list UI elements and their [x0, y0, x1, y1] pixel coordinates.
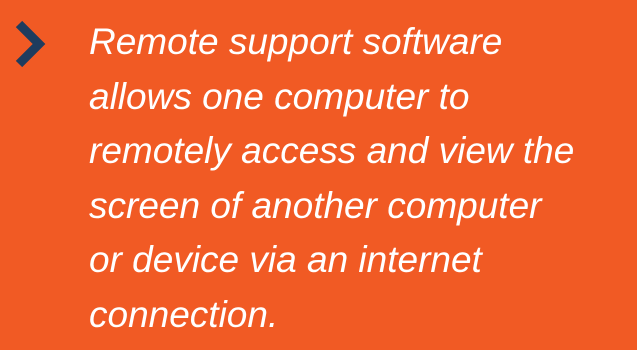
- callout-text: Remote support software allows one compu…: [89, 15, 634, 342]
- callout-text-line: or device via an internet: [89, 239, 482, 280]
- chevron-right-icon: [14, 20, 46, 68]
- callout-panel: Remote support software allows one compu…: [0, 0, 637, 350]
- callout-text-line: Remote support software: [89, 21, 503, 62]
- callout-text-line: remotely access and view the: [89, 130, 575, 171]
- callout-text-line: allows one computer to: [89, 75, 470, 117]
- callout-text-line: screen of another computer: [89, 184, 542, 226]
- callout-text-line: connection.: [89, 293, 279, 335]
